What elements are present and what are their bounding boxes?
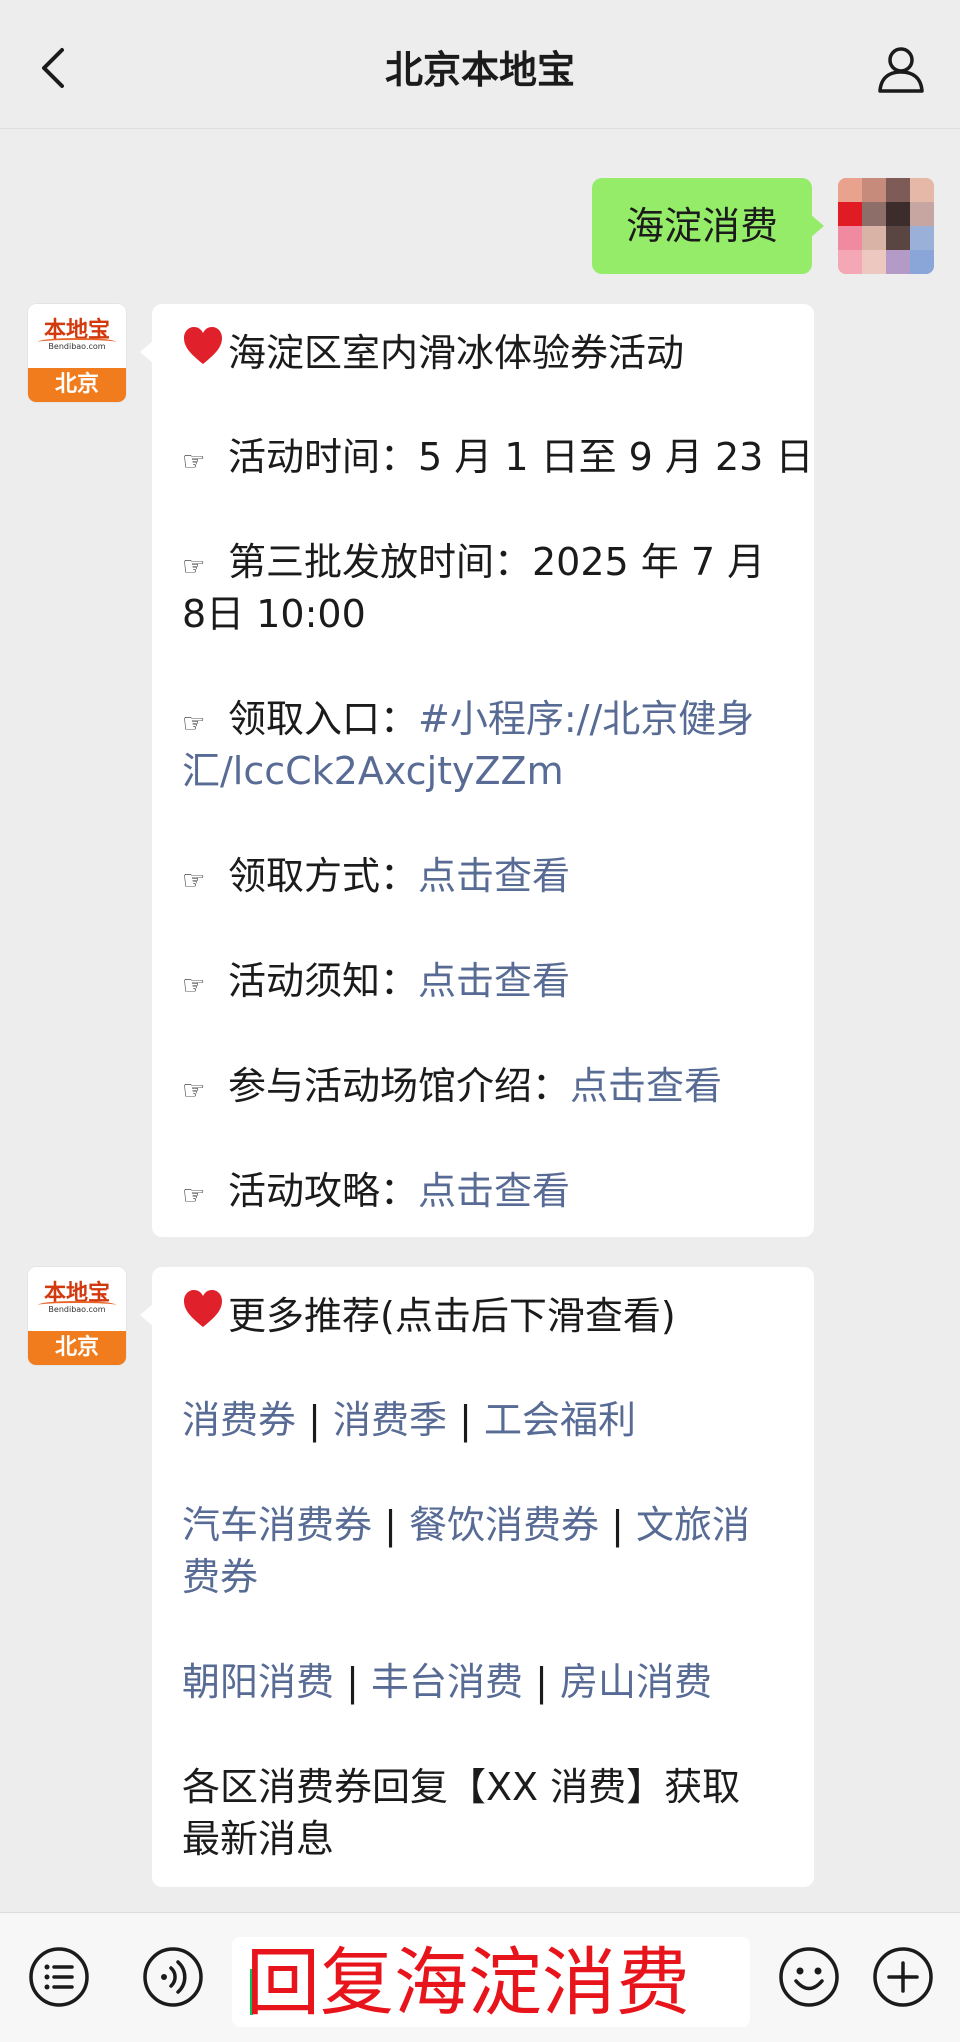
link-row: 汽车消费券 | 餐饮消费券 | 文旅消: [182, 1499, 792, 1551]
avatar-url-text: Bendibao.com: [48, 342, 106, 351]
info-line-continued: 8日 10:00: [182, 592, 366, 636]
view-details-link[interactable]: 点击查看: [570, 1064, 722, 1108]
info-line-text: 参与活动场馆介绍：: [228, 1064, 571, 1108]
separator: |: [346, 1660, 359, 1704]
link-dining-voucher[interactable]: 餐饮消费券: [409, 1503, 599, 1547]
link-consumption-season[interactable]: 消费季: [333, 1398, 447, 1442]
note-text: 各区消费券回复【XX 消费】获取: [182, 1765, 741, 1809]
info-line: ☞ 活动时间：5 月 1 日至 9 月 23 日: [182, 431, 813, 488]
bendibao-avatar[interactable]: 本地宝 Bendibao.com 北京: [28, 1267, 126, 1365]
pointing-hand-icon: ☞: [182, 447, 206, 477]
bendibao-avatar[interactable]: 本地宝 Bendibao.com 北京: [28, 304, 126, 402]
message-input[interactable]: 回复海淀消费: [232, 1937, 750, 2027]
info-line: ☞ 领取方式：点击查看: [182, 850, 792, 907]
pointing-hand-icon: ☞: [182, 552, 206, 582]
info-line-text: 活动须知：: [228, 959, 419, 1003]
mini-program-link[interactable]: #小程序://北京健身: [418, 697, 754, 741]
outgoing-message-text: 海淀消费: [625, 204, 778, 248]
chat-title: 北京本地宝: [384, 48, 575, 92]
emoji-icon[interactable]: [778, 1946, 840, 2008]
note-text-continued: 最新消息: [182, 1817, 335, 1861]
avatar-logo-area: 本地宝 Bendibao.com: [28, 304, 126, 368]
incoming-message-bubble[interactable]: 更多推荐(点击后下滑查看) 消费券 | 消费季 | 工会福利 汽车消费券 | 餐…: [140, 1267, 814, 1887]
link-culture-tourism-voucher[interactable]: 文旅消: [636, 1503, 750, 1547]
link-fengtai[interactable]: 丰台消费: [371, 1660, 523, 1704]
message-title: 海淀区室内滑冰体验券活动: [182, 326, 792, 379]
info-line: ☞ 参与活动场馆介绍：点击查看: [182, 1060, 792, 1117]
view-details-link[interactable]: 点击查看: [418, 854, 570, 898]
view-details-link[interactable]: 点击查看: [418, 1169, 570, 1213]
link-row: 消费券 | 消费季 | 工会福利: [182, 1394, 792, 1446]
link-row: 朝阳消费 | 丰台消费 | 房山消费: [182, 1656, 792, 1708]
info-line-text: 第三批发放时间：2025 年 7 月: [228, 540, 766, 584]
link-car-voucher[interactable]: 汽车消费券: [182, 1503, 372, 1547]
avatar-url-text: Bendibao.com: [48, 1305, 106, 1314]
separator: |: [611, 1503, 624, 1547]
avatar-city-text: 北京: [28, 368, 126, 402]
message-title: 更多推荐(点击后下滑查看): [182, 1289, 792, 1342]
plus-icon[interactable]: [872, 1946, 934, 2008]
user-avatar[interactable]: [838, 178, 934, 274]
heart-icon: [182, 326, 228, 379]
menu-list-icon[interactable]: [28, 1946, 90, 2008]
outgoing-message-bubble[interactable]: 海淀消费: [592, 178, 824, 274]
avatar-city-text: 北京: [28, 1331, 126, 1365]
pointing-hand-icon: ☞: [182, 709, 206, 739]
link-culture-tourism-voucher-continued[interactable]: 费券: [182, 1551, 792, 1603]
pixelated-avatar-image: [838, 178, 934, 274]
separator: |: [459, 1398, 472, 1442]
link-union-welfare[interactable]: 工会福利: [484, 1398, 636, 1442]
mini-program-link-continued[interactable]: 汇/lccCk2AxcjtyZZm: [182, 745, 792, 797]
pointing-hand-icon: ☞: [182, 1076, 206, 1106]
info-line-text: 领取入口：: [228, 697, 419, 741]
pointing-hand-icon: ☞: [182, 971, 206, 1001]
incoming-message-bubble[interactable]: 海淀区室内滑冰体验券活动 ☞ 活动时间：5 月 1 日至 9 月 23 日 ☞ 第三…: [140, 304, 814, 1237]
message-input-text: 回复海淀消费: [246, 1940, 690, 2026]
info-line: ☞ 活动须知：点击查看: [182, 955, 792, 1012]
info-line-text: 领取方式：: [228, 854, 419, 898]
input-bar: 回复海淀消费: [0, 1912, 960, 2042]
link-fangshan[interactable]: 房山消费: [560, 1660, 712, 1704]
info-line-text: 活动时间：5 月 1 日至 9 月 23 日: [228, 435, 814, 479]
avatar-logo-area: 本地宝 Bendibao.com: [28, 1267, 126, 1331]
info-line-text: 活动攻略：: [228, 1169, 419, 1213]
pointing-hand-icon: ☞: [182, 866, 206, 896]
message-title-text: 更多推荐(点击后下滑查看): [228, 1294, 676, 1338]
pointing-hand-icon: ☞: [182, 1181, 206, 1211]
view-details-link[interactable]: 点击查看: [418, 959, 570, 1003]
message-title-text: 海淀区室内滑冰体验券活动: [228, 331, 685, 375]
heart-icon: [182, 1289, 228, 1342]
separator: |: [535, 1660, 548, 1704]
info-line: ☞ 第三批发放时间：2025 年 7 月: [182, 536, 792, 593]
voice-icon[interactable]: [142, 1946, 204, 2008]
top-bar: 北京本地宝: [0, 0, 960, 129]
separator: |: [384, 1503, 397, 1547]
info-line: ☞ 领取入口：#小程序://北京健身: [182, 693, 792, 750]
separator: |: [308, 1398, 321, 1442]
link-consumer-voucher[interactable]: 消费券: [182, 1398, 296, 1442]
info-line: ☞ 活动攻略：点击查看: [182, 1165, 792, 1222]
link-chaoyang[interactable]: 朝阳消费: [182, 1660, 334, 1704]
profile-icon[interactable]: [876, 44, 926, 94]
